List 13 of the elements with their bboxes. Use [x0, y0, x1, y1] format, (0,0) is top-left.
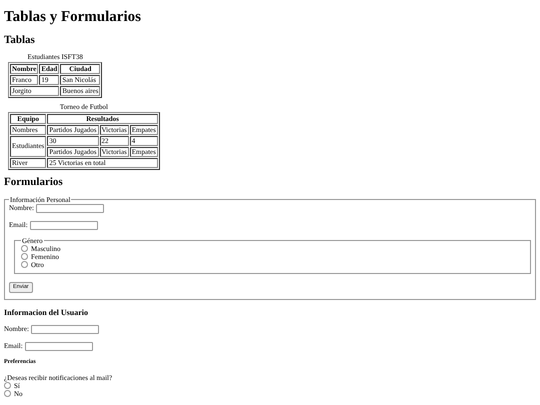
section-heading: Informacion del Usuario	[4, 308, 89, 317]
input-field[interactable]	[24, 342, 93, 351]
input-field[interactable]	[30, 220, 98, 230]
section-heading: Formularios	[4, 176, 64, 189]
input-field[interactable]	[30, 324, 99, 334]
page-title: Tablas y Formularios	[4, 9, 142, 26]
radio-button[interactable]	[4, 382, 11, 390]
radio-button[interactable]	[21, 253, 28, 260]
radio-button[interactable]	[4, 390, 11, 398]
input-field[interactable]	[36, 204, 104, 213]
radio-button[interactable]	[21, 245, 28, 252]
radio-button[interactable]	[21, 261, 28, 268]
section-heading: Tablas	[4, 34, 36, 47]
